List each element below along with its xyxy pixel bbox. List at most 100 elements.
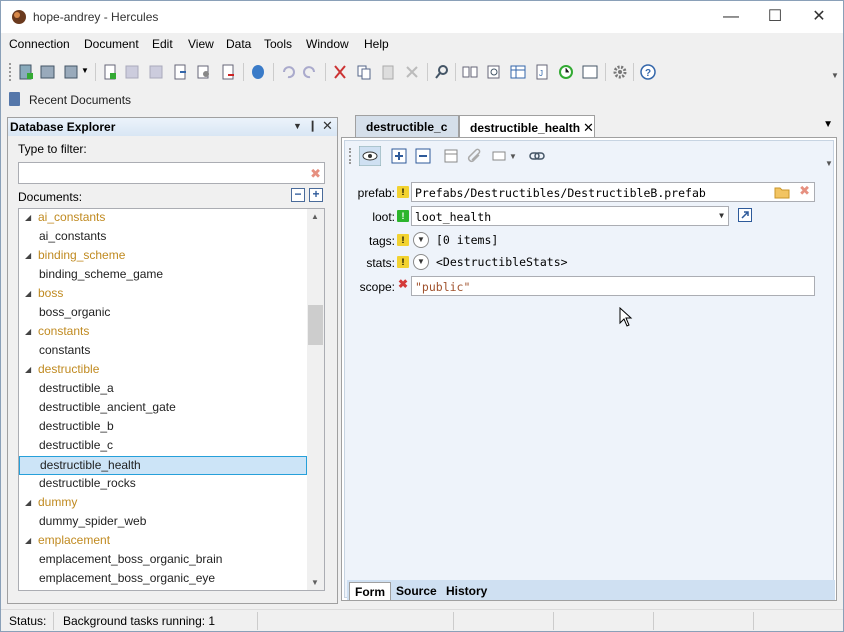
minimize-button[interactable]: — [709, 5, 753, 29]
tab-list-icon[interactable]: ▼ [823, 119, 833, 130]
database-connect-icon[interactable] [249, 63, 267, 81]
scope-field[interactable]: "public" [411, 276, 815, 296]
database-dropdown-icon[interactable] [63, 63, 81, 81]
collapse-all-button[interactable]: − [291, 188, 305, 202]
remove-field-icon[interactable] [415, 148, 431, 164]
attachment-icon[interactable] [467, 148, 483, 164]
menu-data[interactable]: Data [226, 37, 251, 51]
tree-group-item[interactable]: ◢ binding_scheme [19, 247, 307, 266]
chevron-down-icon[interactable]: ▼ [81, 66, 99, 84]
folder-icon[interactable] [774, 185, 790, 199]
export-icon[interactable] [171, 63, 189, 81]
scroll-up-icon[interactable]: ▲ [311, 212, 319, 221]
chevron-down-icon[interactable]: ▼ [719, 211, 724, 220]
expand-arrow-icon[interactable]: ◢ [25, 323, 31, 340]
tree-document-item[interactable]: destructible_ancient_gate [19, 399, 307, 418]
save-all-icon[interactable] [147, 63, 165, 81]
database-list-icon[interactable] [39, 63, 57, 81]
recent-documents-bar[interactable]: Recent Documents [1, 89, 843, 111]
menu-document[interactable]: Document [84, 37, 139, 51]
scroll-thumb[interactable] [308, 305, 323, 345]
compare-icon[interactable] [461, 63, 479, 81]
history-icon[interactable] [557, 63, 575, 81]
scroll-down-icon[interactable]: ▼ [311, 578, 319, 587]
tab-form[interactable]: Form [349, 582, 391, 600]
editor-toolbar-grip[interactable] [349, 148, 351, 164]
tree-document-item[interactable]: boss_organic [19, 304, 307, 323]
chevron-down-icon[interactable]: ▼ [509, 152, 517, 161]
link-icon[interactable] [529, 148, 545, 164]
expand-arrow-icon[interactable]: ◢ [25, 361, 31, 378]
tree-document-item[interactable]: destructible_a [19, 380, 307, 399]
documents-tree[interactable]: emplacement_boss_organic_eye emplacement_… [18, 208, 325, 591]
tree-scrollbar[interactable]: ▲ ▼ [307, 209, 324, 590]
new-document-icon[interactable] [101, 63, 119, 81]
close-tab-icon[interactable]: ✕ [583, 120, 594, 135]
table-view-icon[interactable] [509, 63, 527, 81]
schema-icon[interactable] [581, 63, 599, 81]
editor-toolbar-overflow-icon[interactable]: ▼ [825, 159, 833, 168]
tab-source[interactable]: Source [391, 582, 442, 600]
menu-tools[interactable]: Tools [264, 37, 292, 51]
script-icon[interactable]: J [533, 63, 551, 81]
expand-arrow-icon[interactable]: ◢ [25, 247, 31, 264]
maximize-button[interactable]: ☐ [753, 5, 797, 29]
expand-arrow-icon[interactable]: ◢ [25, 285, 31, 302]
tree-document-item[interactable]: constants [19, 342, 307, 361]
toolbar-overflow-icon[interactable]: ▼ [831, 71, 839, 80]
tree-group-item[interactable]: ◢ emplacement [19, 532, 307, 551]
redo-icon[interactable] [301, 63, 319, 81]
undo-icon[interactable] [279, 63, 297, 81]
menu-view[interactable]: View [188, 37, 214, 51]
save-icon[interactable] [123, 63, 141, 81]
toolbar-grip[interactable] [9, 63, 12, 81]
cut-icon[interactable] [331, 63, 349, 81]
loot-select[interactable]: loot_health ▼ [411, 206, 729, 226]
menu-window[interactable]: Window [306, 37, 349, 51]
close-window-button[interactable]: ✕ [797, 5, 841, 29]
tree-group-item[interactable]: ◢ boss [19, 285, 307, 304]
eye-icon[interactable] [359, 146, 381, 166]
find-icon[interactable] [433, 63, 451, 81]
tab-destructible-c[interactable]: destructible_c [355, 115, 459, 137]
expand-stats-icon[interactable]: ▼ [413, 254, 429, 270]
expand-all-button[interactable]: + [309, 188, 323, 202]
panel-menu-icon[interactable]: ▼ [293, 121, 302, 131]
filter-input[interactable]: ✖ [18, 162, 325, 184]
tab-destructible-health[interactable]: destructible_health ✕ [459, 115, 595, 137]
tree-document-item[interactable]: emplacement_boss_organic_eye [19, 570, 307, 589]
tree-document-item[interactable]: emplacement_boss_organic_brain [19, 551, 307, 570]
copy-icon[interactable] [355, 63, 373, 81]
close-panel-icon[interactable]: ✕ [322, 118, 333, 134]
gear-icon[interactable] [611, 63, 629, 81]
tree-document-item[interactable]: destructible_c [19, 437, 307, 456]
tree-document-item[interactable]: ai_constants [19, 228, 307, 247]
add-field-icon[interactable] [391, 148, 407, 164]
expand-arrow-icon[interactable]: ◢ [25, 209, 31, 226]
tree-document-item[interactable]: dummy_spider_web [19, 513, 307, 532]
help-icon[interactable]: ? [639, 63, 657, 81]
tree-group-item[interactable]: ◢ constants [19, 323, 307, 342]
tree-document-item[interactable]: binding_scheme_game [19, 266, 307, 285]
menu-help[interactable]: Help [364, 37, 389, 51]
tree-document-item[interactable]: destructible_b [19, 418, 307, 437]
go-to-reference-icon[interactable] [738, 208, 752, 222]
structure-icon[interactable] [443, 148, 459, 164]
tree-document-item[interactable]: destructible_health [19, 456, 307, 475]
expand-arrow-icon[interactable]: ◢ [25, 532, 31, 549]
clear-prefab-icon[interactable]: ✖ [799, 184, 810, 199]
paste-icon[interactable] [379, 63, 397, 81]
delete-icon[interactable] [403, 63, 421, 81]
expand-arrow-icon[interactable]: ◢ [25, 494, 31, 511]
new-database-icon[interactable] [17, 63, 35, 81]
tree-document-item[interactable]: destructible_rocks [19, 475, 307, 494]
field-type-icon[interactable] [491, 148, 511, 164]
menu-connection[interactable]: Connection [9, 37, 70, 51]
prefab-field[interactable]: Prefabs/Destructibles/DestructibleB.pref… [411, 182, 815, 202]
tree-group-item[interactable]: ◢ dummy [19, 494, 307, 513]
search-document-icon[interactable] [485, 63, 503, 81]
expand-tags-icon[interactable]: ▼ [413, 232, 429, 248]
delete-document-icon[interactable] [219, 63, 237, 81]
tab-history[interactable]: History [441, 582, 492, 600]
pin-icon[interactable]: ❙ [308, 119, 317, 132]
